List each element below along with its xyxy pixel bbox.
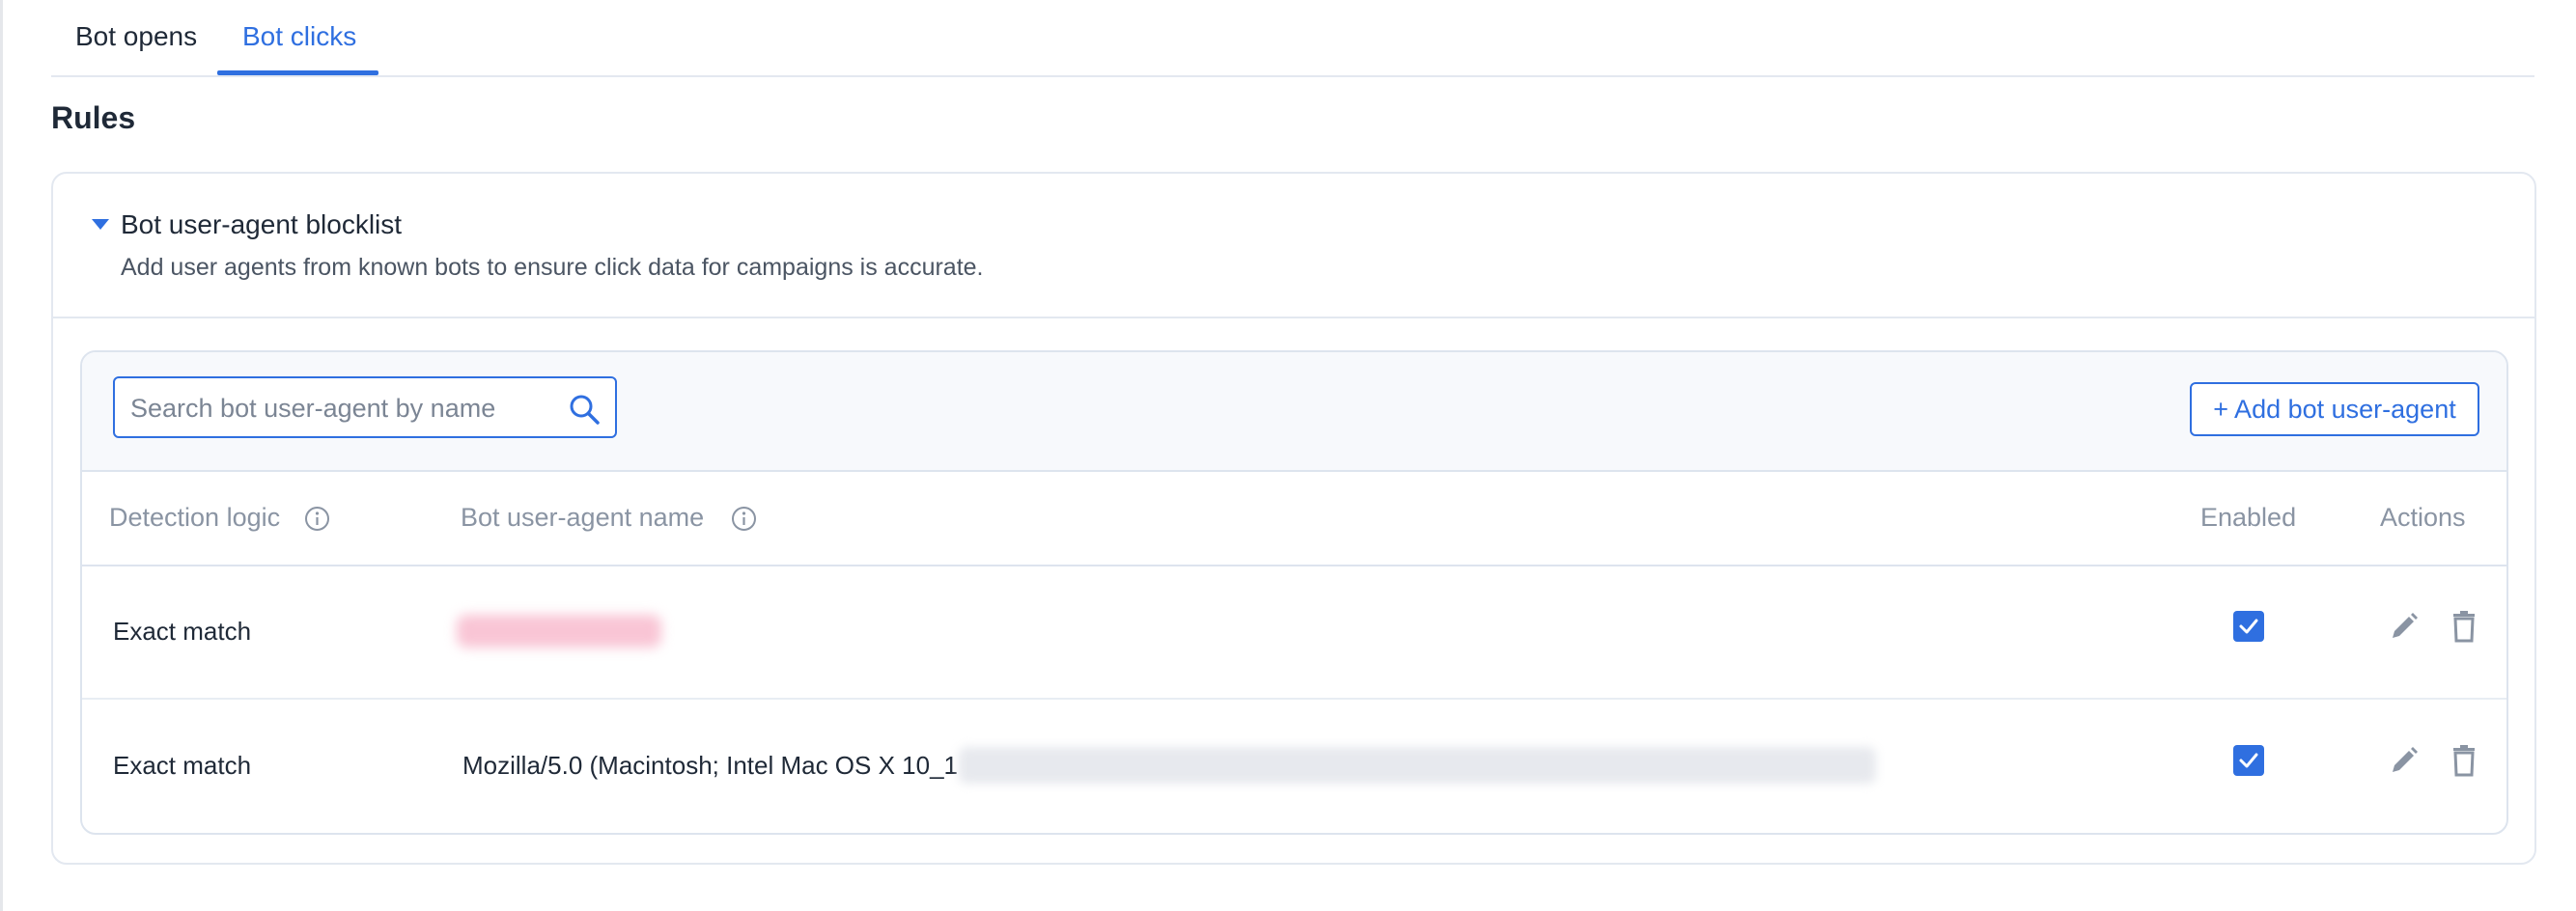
blocklist-table-panel: + Add bot user-agent Detection logic Bot… [80, 350, 2508, 835]
checkbox-checked-icon [2239, 753, 2258, 768]
checkbox-checked-icon [2239, 619, 2258, 634]
add-bot-user-agent-button[interactable]: + Add bot user-agent [2190, 382, 2479, 436]
enabled-checkbox[interactable] [2233, 745, 2264, 776]
pencil-icon[interactable] [2388, 744, 2421, 777]
blocklist-title[interactable]: Bot user-agent blocklist [121, 209, 402, 240]
table-row: Exact match [82, 566, 2506, 700]
tab-bot-opens[interactable]: Bot opens [75, 21, 197, 52]
table-header: Detection logic Bot user-agent name Enab… [82, 472, 2506, 566]
table-row: Exact match Mozilla/5.0 (Macintosh; Inte… [82, 701, 2506, 833]
column-header-actions: Actions [2380, 503, 2466, 532]
column-header-enabled: Enabled [2200, 503, 2297, 532]
section-title: Rules [51, 100, 136, 135]
redacted-user-agent [457, 615, 661, 648]
info-icon[interactable] [304, 506, 330, 532]
info-icon[interactable] [731, 506, 757, 532]
blocklist-card: Bot user-agent blocklist Add user agents… [51, 172, 2536, 865]
search-box[interactable] [113, 376, 617, 438]
page: Bot opens Bot clicks Rules Bot user-agen… [0, 0, 2576, 911]
tab-bot-clicks[interactable]: Bot clicks [242, 21, 356, 52]
active-tab-indicator [217, 70, 378, 75]
detection-logic-cell: Exact match [113, 617, 252, 646]
trash-icon[interactable] [2450, 743, 2478, 778]
column-header-detection-logic: Detection logic [109, 503, 281, 532]
table-toolbar: + Add bot user-agent [82, 352, 2506, 472]
enabled-checkbox[interactable] [2233, 611, 2264, 642]
redacted-user-agent [959, 747, 1876, 784]
search-icon[interactable] [567, 392, 602, 427]
search-input[interactable] [130, 390, 546, 427]
column-header-name: Bot user-agent name [461, 503, 705, 532]
blocklist-description: Add user agents from known bots to ensur… [121, 254, 984, 281]
trash-icon[interactable] [2450, 609, 2478, 644]
user-agent-name-cell: Mozilla/5.0 (Macintosh; Intel Mac OS X 1… [462, 751, 959, 780]
detection-logic-cell: Exact match [113, 751, 252, 780]
pencil-icon[interactable] [2388, 610, 2421, 643]
blocklist-header[interactable]: Bot user-agent blocklist Add user agents… [53, 174, 2534, 318]
tab-bar: Bot opens Bot clicks [51, 0, 2534, 77]
caret-down-icon[interactable] [92, 219, 109, 230]
